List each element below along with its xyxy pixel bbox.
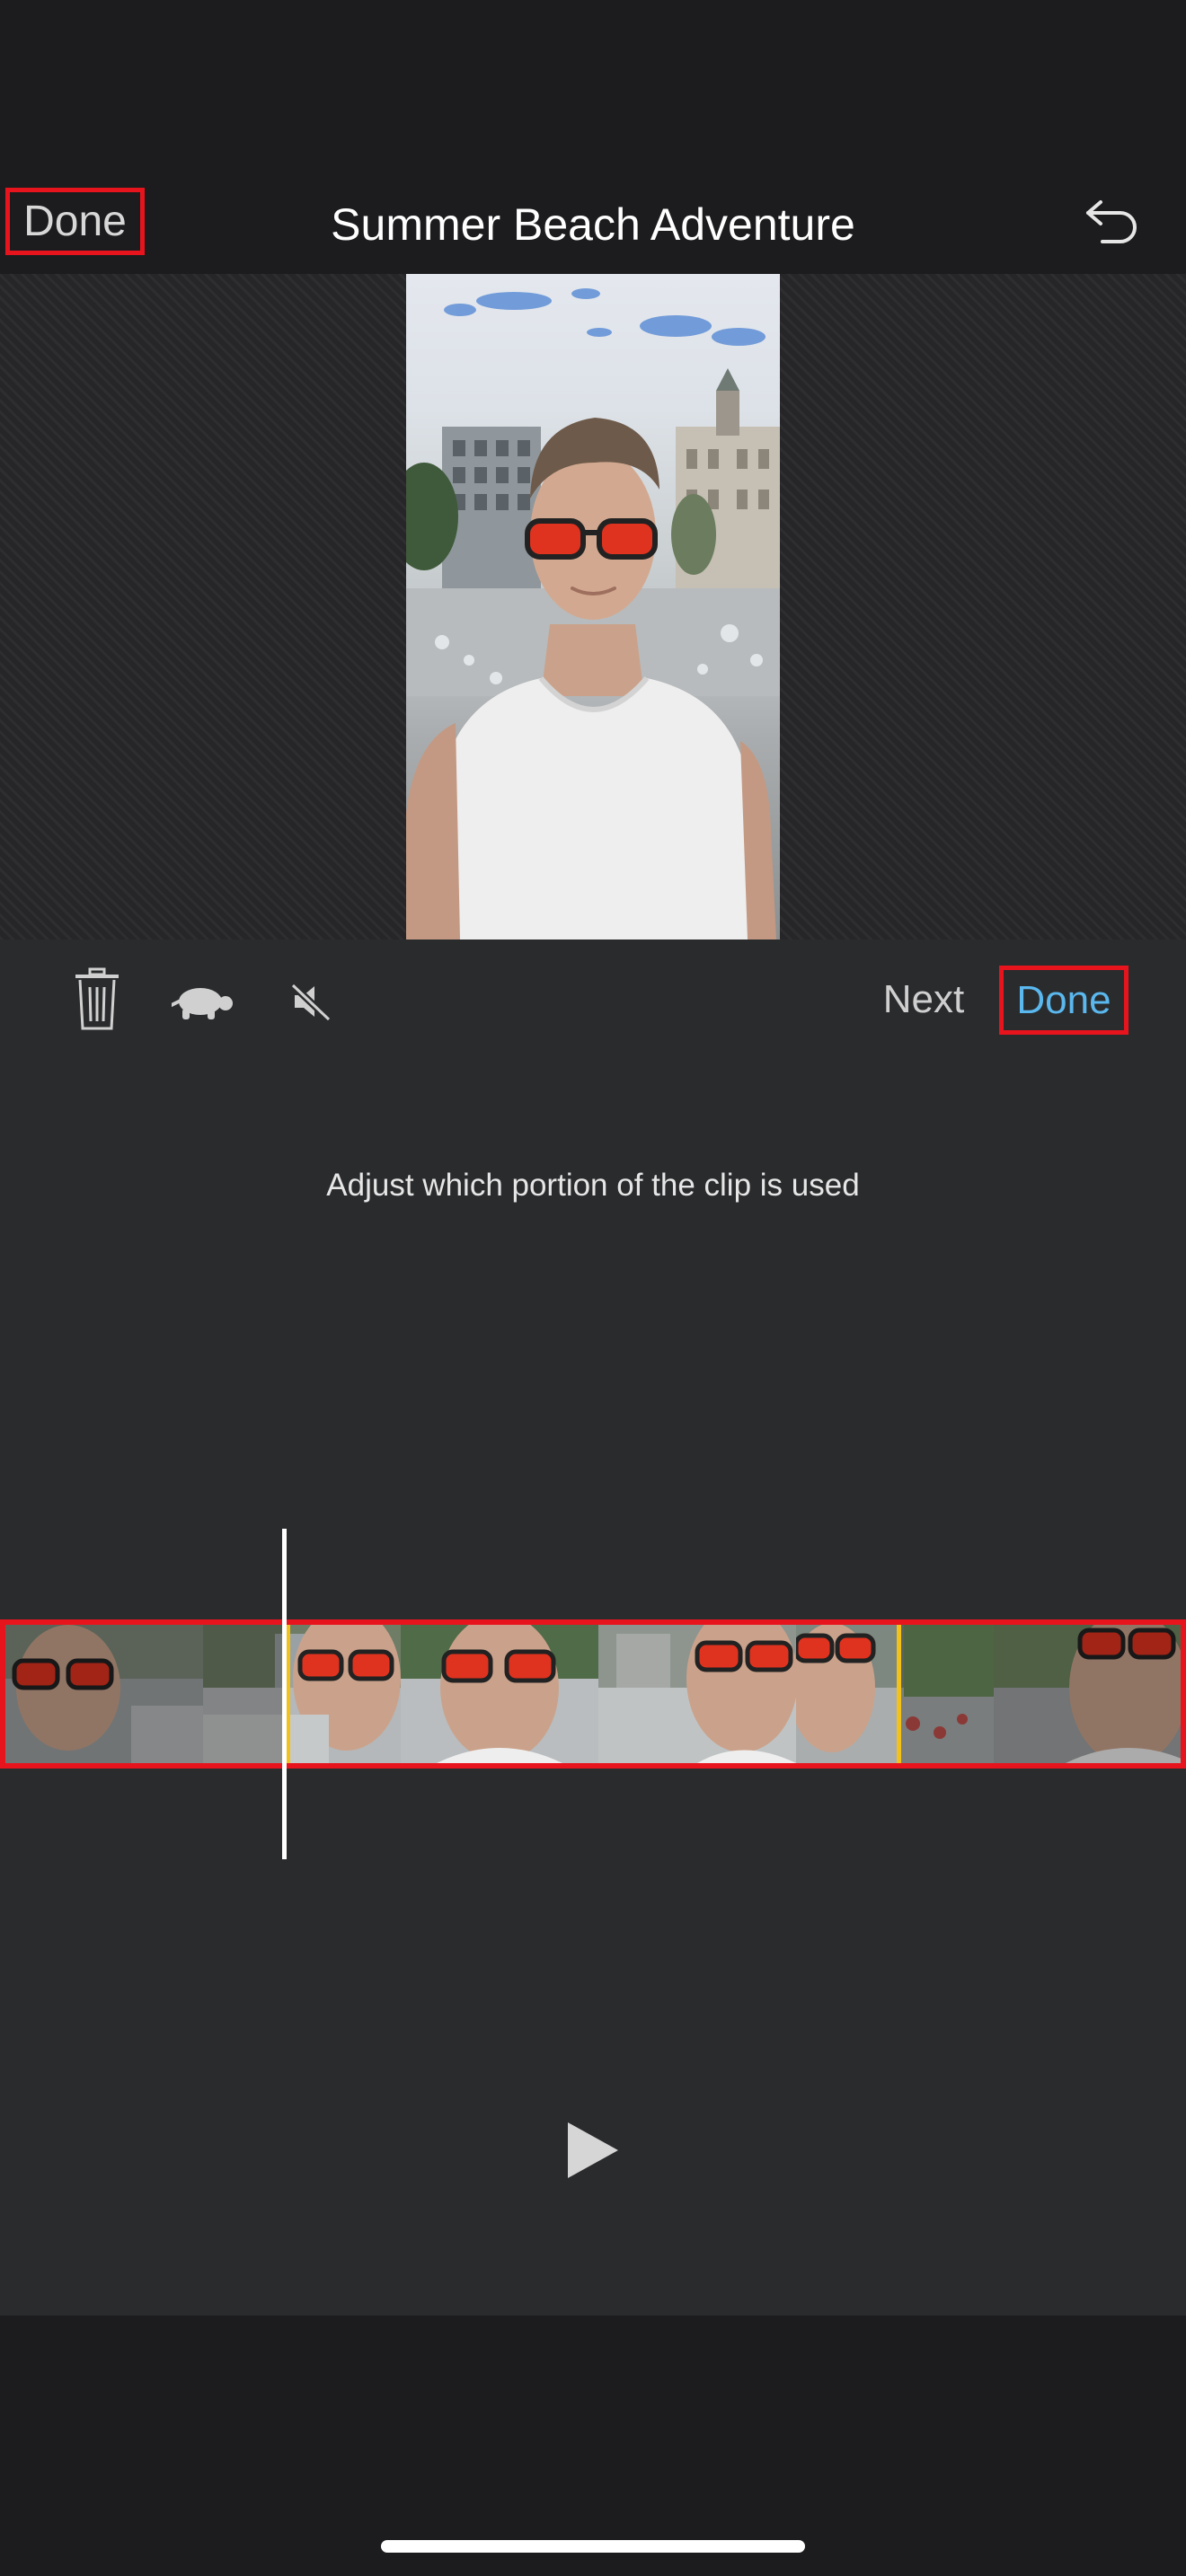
filmstrip-thumbnail	[401, 1625, 598, 1763]
speaker-muted-icon[interactable]	[288, 979, 334, 1024]
trash-icon[interactable]	[70, 966, 124, 1033]
undo-icon[interactable]	[1080, 190, 1143, 253]
bottom-bar	[0, 2316, 1186, 2576]
next-button[interactable]: Next	[870, 970, 978, 1029]
header-done-label: Done	[23, 198, 127, 245]
home-indicator[interactable]	[381, 2540, 805, 2553]
trim-hint: Adjust which portion of the clip is used	[326, 1168, 860, 1203]
filmstrip-thumbnail	[598, 1625, 796, 1763]
video-preview-frame[interactable]	[406, 274, 780, 940]
play-icon[interactable]	[557, 2114, 629, 2186]
header-done-button[interactable]: Done	[5, 188, 145, 255]
project-title: Summer Beach Adventure	[331, 198, 855, 250]
excluded-region-left	[5, 1625, 286, 1763]
clip-filmstrip[interactable]	[0, 1619, 1186, 1769]
header: Done Summer Beach Adventure	[0, 0, 1186, 274]
trim-handle-end[interactable]	[897, 1625, 901, 1763]
done-button[interactable]: Done	[999, 966, 1128, 1035]
video-preview-area	[0, 274, 1186, 940]
turtle-icon[interactable]	[171, 979, 237, 1024]
imovie-clip-editor: Done Summer Beach Adventure Next Done Ad…	[0, 0, 1186, 2576]
video-frame-image	[406, 288, 780, 940]
done-button-label: Done	[1016, 977, 1111, 1022]
playhead[interactable]	[282, 1529, 287, 1859]
excluded-region-right	[898, 1625, 1181, 1763]
